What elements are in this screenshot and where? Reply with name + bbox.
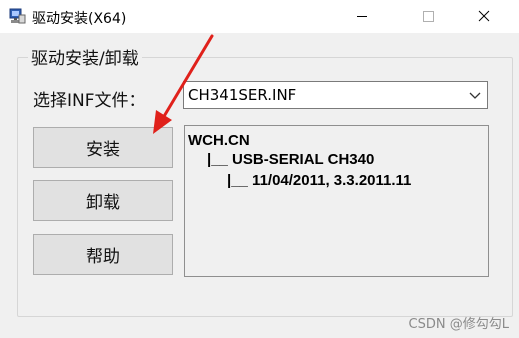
info-device: |__ USB-SERIAL CH340 [207,151,375,168]
inf-file-value: CH341SER.INF [188,86,297,104]
maximize-icon [423,11,434,22]
info-vendor: WCH.CN [188,132,250,149]
driver-setup-icon [9,8,26,24]
group-title: 驱动安装/卸载 [28,44,142,69]
chevron-down-icon[interactable] [469,90,481,100]
info-version: |__ 11/04/2011, 3.3.2011.11 [227,172,412,189]
uninstall-button[interactable]: 卸载 [33,180,173,221]
inf-file-label: 选择INF文件： [33,91,146,111]
watermark-text: CSDN @修勾勾L [408,317,509,332]
minimize-icon [357,16,367,17]
close-button[interactable] [461,0,507,33]
close-icon [478,10,490,22]
driver-info-box: WCH.CN |__ USB-SERIAL CH340 |__ 11/04/20… [184,125,489,277]
title-bar: 驱动安装(X64) [0,0,519,33]
maximize-button[interactable] [405,0,451,33]
minimize-button[interactable] [339,0,385,33]
inf-file-select[interactable]: CH341SER.INF [183,81,488,109]
install-button[interactable]: 安装 [33,127,173,168]
help-button[interactable]: 帮助 [33,234,173,275]
window-title: 驱动安装(X64) [32,11,127,27]
